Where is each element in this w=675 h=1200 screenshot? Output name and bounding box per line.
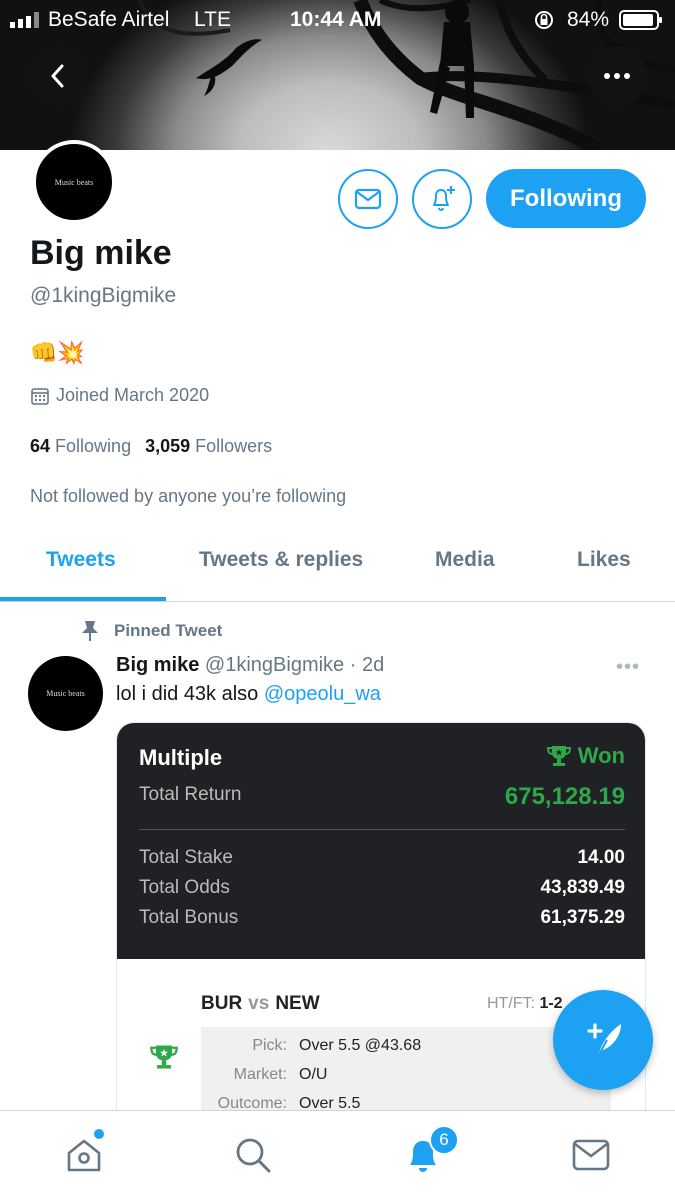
calendar-icon — [31, 387, 49, 405]
profile-banner: BeSafe Airtel LTE 10:44 AM 84% — [0, 0, 675, 150]
envelope-icon — [354, 188, 382, 210]
following-button[interactable]: Following — [486, 169, 646, 228]
pinned-text: Pinned Tweet — [114, 621, 223, 640]
market-value: O/U — [299, 1066, 328, 1083]
more-options-button[interactable] — [587, 46, 647, 106]
total-bonus-label: Total Bonus — [139, 907, 239, 928]
joined-date: Joined March 2020 — [30, 385, 209, 406]
divider — [139, 829, 625, 830]
followers-label: Followers — [195, 436, 273, 456]
nav-messages[interactable] — [569, 1133, 613, 1177]
tweet-handle: @1kingBigmike — [204, 654, 345, 676]
total-stake-label: Total Stake — [139, 847, 233, 868]
total-odds-label: Total Odds — [139, 877, 230, 898]
tweet-time: · 2d — [349, 654, 385, 676]
rotation-lock-icon — [535, 11, 553, 29]
pick-value: Over 5.5 @43.68 — [299, 1037, 422, 1054]
htft-score: HT/FT: 1-2 — [487, 995, 563, 1013]
network-type: LTE — [194, 8, 231, 31]
bet-type: Multiple — [139, 745, 223, 770]
following-count: 64 — [30, 436, 51, 456]
htft-value: 1-2 — [539, 995, 563, 1012]
notifications-badge: 6 — [429, 1125, 459, 1155]
active-tab-indicator — [0, 597, 166, 601]
battery-icon — [619, 10, 662, 30]
match-teams: BUR vs NEW — [201, 993, 320, 1015]
profile-avatar[interactable]: Music beats — [32, 140, 116, 224]
bottom-navigation — [0, 1110, 675, 1200]
more-icon — [604, 73, 630, 79]
bet-status: Won — [546, 743, 625, 769]
total-stake-value: 14.00 — [577, 847, 625, 868]
trophy-icon — [546, 746, 571, 766]
tab-tweets-replies[interactable]: Tweets & replies — [199, 548, 363, 572]
following-label: Following — [55, 436, 132, 456]
message-button[interactable] — [338, 169, 398, 229]
bet-status-text: Won — [577, 743, 625, 768]
tweet-body: lol i did 43k also — [116, 683, 264, 705]
pick-label: Pick: — [252, 1037, 287, 1054]
pinned-label: Pinned Tweet — [80, 620, 222, 642]
nav-search[interactable] — [231, 1133, 275, 1177]
notify-button[interactable] — [412, 169, 472, 229]
profile-handle: @1kingBigmike — [30, 284, 177, 307]
tweet-avatar[interactable]: Music beats — [28, 656, 103, 731]
feather-plus-icon — [587, 1023, 621, 1059]
not-followed-note: Not followed by anyone you’re following — [30, 486, 347, 506]
joined-text: Joined March 2020 — [56, 385, 210, 405]
display-name: Big mike — [30, 234, 172, 272]
compose-tweet-button[interactable] — [553, 990, 653, 1090]
htft-label: HT/FT: — [487, 995, 535, 1012]
market-label: Market: — [233, 1066, 287, 1083]
envelope-icon — [572, 1139, 610, 1171]
home-icon — [67, 1139, 101, 1172]
trophy-icon — [150, 1045, 178, 1069]
followers-count: 3,059 — [145, 436, 191, 456]
battery-percent: 84% — [567, 8, 610, 31]
following-stat[interactable]: 64 Following — [30, 436, 131, 456]
nav-home[interactable] — [62, 1133, 106, 1177]
avatar-text: Music beats — [46, 689, 85, 698]
tweet-text: lol i did 43k also @opeolu_wa — [116, 683, 381, 706]
clock: 10:44 AM — [290, 8, 382, 31]
search-icon — [236, 1138, 271, 1173]
profile-bio: 👊💥 — [30, 340, 85, 365]
away-team: NEW — [275, 993, 320, 1014]
bet-summary: Multiple Won Total Return 675,128.19 Tot… — [117, 723, 645, 959]
follow-stats: 64 Following 3,059 Followers — [30, 436, 272, 457]
back-button[interactable] — [28, 46, 88, 106]
pin-icon — [82, 621, 98, 641]
tweet-image-bet-slip[interactable]: Multiple Won Total Return 675,128.19 Tot… — [116, 722, 646, 1142]
bell-plus-icon — [433, 186, 455, 211]
carrier-name: BeSafe Airtel — [48, 8, 170, 31]
total-return-label: Total Return — [139, 784, 242, 805]
profile-tabs: Tweets Tweets & replies Media Likes — [0, 530, 675, 602]
total-bonus-value: 61,375.29 — [540, 907, 625, 928]
avatar-text: Music beats — [54, 177, 94, 187]
tab-media[interactable]: Media — [435, 548, 495, 572]
status-bar: BeSafe Airtel LTE 10:44 AM 84% — [0, 0, 675, 40]
total-return-value: 675,128.19 — [504, 783, 625, 810]
tweet-more-icon[interactable]: ••• — [616, 656, 640, 679]
tweet-mention[interactable]: @opeolu_wa — [264, 683, 381, 705]
tab-tweets[interactable]: Tweets — [46, 548, 116, 572]
tweet-header: Big mike @1kingBigmike · 2d — [116, 654, 384, 677]
tweet-author[interactable]: Big mike — [116, 654, 199, 676]
chevron-left-icon — [51, 64, 64, 88]
vs-label: vs — [248, 993, 270, 1014]
home-team: BUR — [201, 993, 243, 1014]
followers-stat[interactable]: 3,059 Followers — [145, 436, 272, 456]
tab-likes[interactable]: Likes — [577, 548, 631, 572]
home-unread-dot — [94, 1129, 104, 1139]
total-odds-value: 43,839.49 — [540, 877, 625, 898]
signal-icon — [10, 12, 39, 28]
